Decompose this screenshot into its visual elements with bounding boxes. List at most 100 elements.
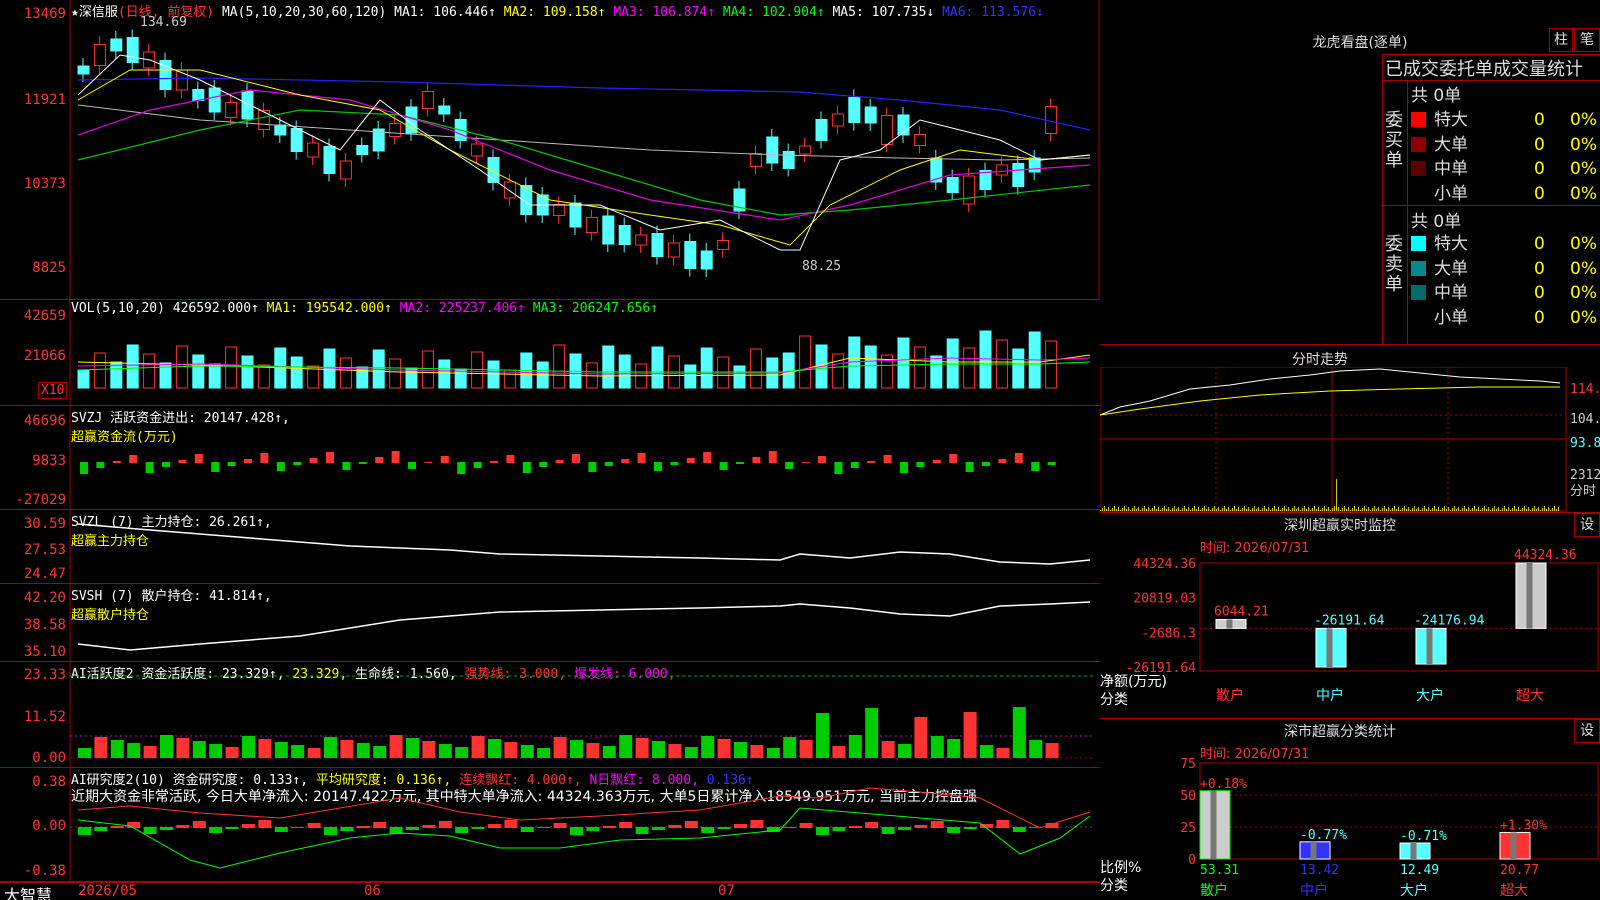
vol-pane[interactable]: 42659 21066 X10 VOL(5,10,20) 426592.000↑… [0,300,1100,406]
activity-bar [832,746,846,758]
volume-bar [963,347,976,389]
fund-flow-bar [457,462,466,474]
bar-view-button[interactable]: 柱 [1549,28,1573,52]
tick-view-button[interactable]: 笔 [1574,28,1600,52]
candle [208,80,221,120]
sell-row: 小单 0 0% [1411,303,1597,328]
sell-row: 特大 0 0% [1411,229,1597,254]
research-bar [356,826,370,828]
volume-bar [700,347,713,389]
research-bar [750,820,764,828]
classify-panel[interactable]: 深市超赢分类统计 设 时间: 2026/07/31 75 50 25 0 +0.18% 5… [1100,718,1600,900]
order-type-label: 中单 [1434,159,1468,179]
ai-active-pane[interactable]: 23.33 11.52 0.00 AI活跃度2 资金活跃度: 23.329↑, … [0,662,1100,768]
fund-flow-bar [96,462,105,468]
volume-bar [799,335,812,389]
order-count: 0 [1534,258,1545,279]
activity-bar [537,748,551,758]
activity-bar [340,740,354,758]
svzl-pane[interactable]: 30.59 27.53 24.47 SVZL (7) 主力持仓: 26.261↑… [0,510,1100,584]
order-percent: 0% [1570,110,1597,130]
price-low-label: 88.25 [802,259,841,274]
volume-bar [749,348,762,389]
intraday-panel[interactable]: 分时走势 114.7 104.3 93.87 23121 分时 [1100,344,1600,512]
candle [618,217,631,253]
activity-bar [373,746,387,758]
fund-flow-bar [276,462,285,471]
fund-flow-bar [490,461,498,463]
research-bar [504,820,518,828]
fund-flow-bar [309,458,318,463]
research-bar [324,827,337,835]
classify-xlabel: 分类 [1100,878,1128,894]
activity-bar [176,738,190,758]
candle [585,209,598,241]
monitor-value-label: 6044.21 [1214,604,1269,619]
color-swatch [1411,309,1426,325]
kline-pane[interactable]: 13469 11921 10373 8825 ★深信服(日线, 前复权) MA(… [0,0,1100,300]
activity-bar [668,744,682,758]
candle [667,235,680,265]
activity-bar [78,748,91,758]
candle [389,115,402,145]
research-bar [340,827,354,831]
sell-row: 大单 0 0% [1411,254,1597,279]
volume-bar [405,367,418,389]
candle [881,107,894,153]
candle [77,58,90,82]
ma1-line [77,54,1091,251]
svg-text:分时: 分时 [1570,484,1596,499]
order-type-label: 小单 [1434,183,1468,204]
monitor-ytick: 44324.36 [1133,557,1196,572]
fund-flow-bar [194,454,203,463]
svsh-pane[interactable]: 42.20 38.58 35.10 SVSH (7) 散户持仓: 41.814↑… [0,584,1100,662]
volume-bar [257,364,270,389]
research-bar [816,827,829,835]
order-count: 0 [1534,159,1545,179]
volume-bar [1045,340,1058,389]
research-bar [127,822,141,828]
fund-flow-bar [293,462,302,465]
research-bar [684,821,698,828]
ai-research-pane[interactable]: 0.38 0.00 -0.38 AI研究度2(10) 资金研究度: 0.133↑… [0,768,1100,882]
activity-bar [1045,743,1059,758]
date-bar: 大智慧 2026/05 06 07 [0,882,1100,900]
color-swatch [1411,161,1426,176]
candle [979,162,992,198]
research-bar [996,820,1010,828]
volume-bar [454,368,467,389]
activity-bar [570,740,583,758]
research-bar [898,827,911,830]
monitor-panel[interactable]: 深圳超赢实时监控 设 时间: 2026/07/31 44324.36 20819.… [1100,512,1600,718]
fund-flow-bar [506,455,515,463]
svg-text:93.87: 93.87 [1570,436,1600,451]
fund-flow-bar [145,462,154,473]
research-bar [291,827,305,828]
price-high-label: 134.69 [140,15,187,30]
fund-flow-bar [326,452,334,463]
fund-flow-bar [572,454,580,463]
activity-bar [865,708,879,758]
research-bar [586,827,600,831]
monitor-ylabel: 净额(万元) [1100,674,1167,690]
fund-flow-bar [211,462,220,472]
order-type-label: 大单 [1434,134,1468,155]
research-bar [94,827,108,831]
color-swatch [1411,112,1426,127]
monitor-ytick: 20819.03 [1133,592,1196,607]
research-bar [848,826,862,828]
activity-bar [225,747,239,758]
fund-flow-bar [670,462,679,465]
svzj-pane[interactable]: 46696 9833 -27029 SVZJ 活跃资金进出: 20147.428… [0,406,1100,510]
candle [126,29,139,71]
color-swatch [1411,236,1426,251]
volume-bar [618,354,631,389]
volume-bar [339,357,352,389]
volume-bar [421,350,434,389]
candle [274,117,287,143]
research-bar [553,823,567,828]
candle [749,145,762,175]
candle [372,121,385,159]
candle [897,107,910,143]
fund-flow-bar [80,462,88,474]
